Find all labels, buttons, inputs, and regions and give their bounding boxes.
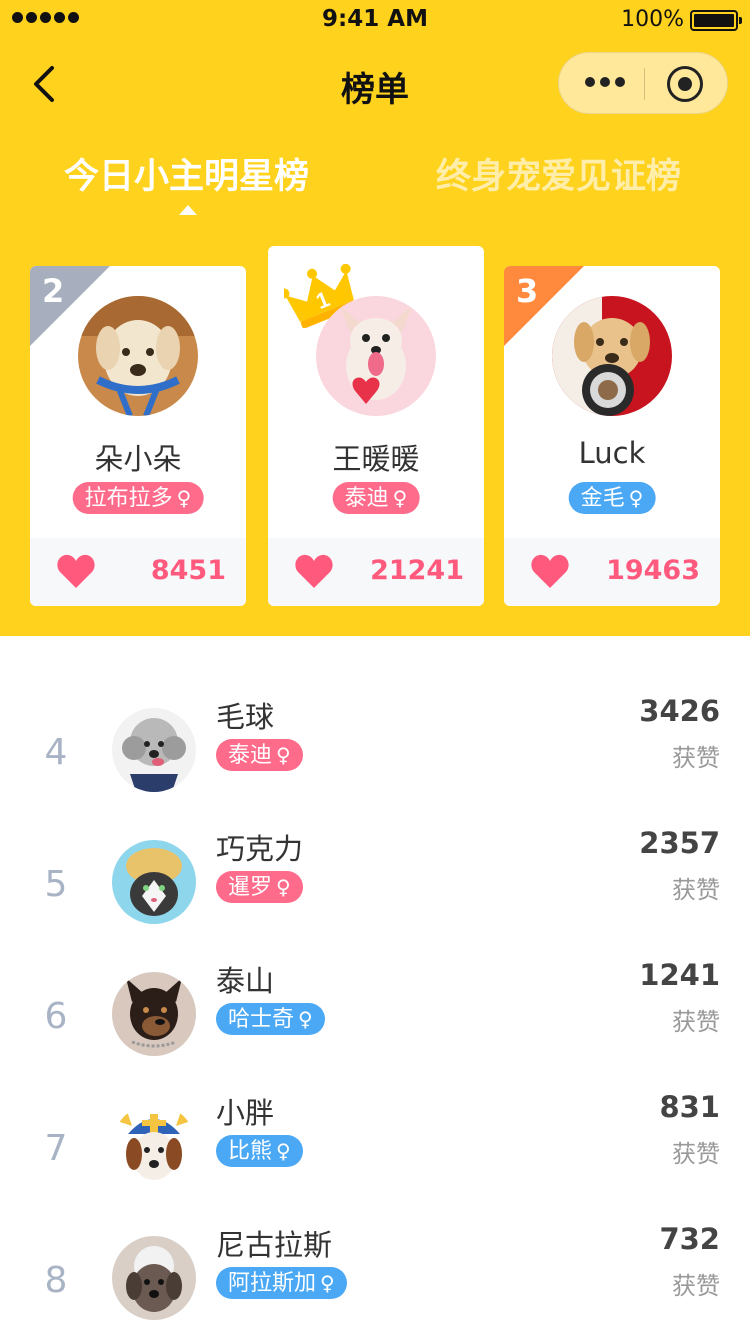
list-item-rank-7[interactable]: 7 小胖 比熊 ♀ 831 获赞 [0, 1090, 750, 1210]
capsule-divider [644, 68, 645, 100]
tab-daily-star[interactable]: 今日小主明星榜 [64, 148, 309, 199]
pet-name: 王暖暖 [332, 442, 420, 476]
dog-golden-avatar [552, 296, 672, 416]
cat-siamese-avatar [112, 840, 196, 924]
pet-name: 尼古拉斯 [216, 1228, 333, 1262]
breed-label: 泰迪 [228, 743, 273, 768]
dog-labrador-avatar [78, 296, 198, 416]
dog-poodle-avatar [112, 708, 196, 792]
more-button[interactable] [585, 77, 625, 87]
card-footer: 19463 [504, 538, 720, 606]
vote-count: 8451 [150, 555, 226, 586]
dog-chihuahua-avatar [316, 296, 436, 416]
breed-tag: 比熊 ♀ [216, 1135, 303, 1167]
battery-percent: 100% [621, 7, 684, 32]
active-tab-indicator [179, 205, 197, 215]
rank-number: 2 [42, 272, 65, 310]
vote-count: 19463 [606, 555, 700, 586]
card-footer: 8451 [30, 538, 246, 606]
avatar [112, 1104, 196, 1188]
breed-label: 泰迪 [344, 486, 389, 511]
breed-tag: 泰迪 ♀ [216, 739, 303, 771]
dog-terrier-avatar [112, 1236, 196, 1320]
avatar [112, 840, 196, 924]
rank-number: 7 [44, 1128, 68, 1169]
heart-icon[interactable] [56, 552, 96, 590]
avatar [552, 296, 672, 416]
rank-number: 4 [44, 732, 68, 773]
breed-tag: 哈士奇 ♀ [216, 1003, 325, 1035]
pet-name: Luck [578, 436, 646, 470]
tab-lifetime-love[interactable]: 终身宠爱见证榜 [436, 148, 681, 199]
podium-card-rank-1[interactable]: 1 王暖暖 泰迪 ♀ 21241 [268, 246, 484, 606]
breed-label: 比熊 [228, 1139, 273, 1164]
avatar [78, 296, 198, 416]
breed-label: 拉布拉多 [84, 486, 173, 511]
female-icon: ♀ [392, 486, 408, 510]
rank-number: 6 [44, 996, 68, 1037]
list-item-rank-5[interactable]: 5 巧克力 暹罗 ♀ 2357 获赞 [0, 826, 750, 946]
pet-name: 毛球 [216, 700, 275, 734]
header-area: 9:41 AM 100% 榜单 今日小主明星榜 终身宠爱见证榜 2 朵小朵 拉布… [0, 0, 750, 636]
like-label: 获赞 [672, 876, 720, 904]
breed-label: 哈士奇 [228, 1007, 295, 1032]
pet-name: 朵小朵 [94, 442, 182, 476]
pet-name: 泰山 [216, 964, 275, 998]
breed-tag: 阿拉斯加 ♀ [216, 1267, 347, 1299]
list-item-rank-4[interactable]: 4 毛球 泰迪 ♀ 3426 获赞 [0, 694, 750, 814]
like-count: 732 [659, 1222, 720, 1256]
list-item-rank-6[interactable]: 6 泰山 哈士奇 ♀ 1241 获赞 [0, 958, 750, 1078]
female-icon: ♀ [298, 1007, 313, 1031]
rank-number: 8 [44, 1260, 68, 1301]
avatar [316, 296, 436, 416]
avatar [112, 1236, 196, 1320]
podium-card-rank-3[interactable]: 3 Luck 金毛 ♀ 19463 [504, 266, 720, 606]
pet-name: 小胖 [216, 1096, 275, 1130]
avatar [112, 972, 196, 1056]
female-icon: ♀ [176, 486, 192, 510]
breed-tag: 金毛 ♀ [568, 482, 656, 514]
list-item-rank-8[interactable]: 8 尼古拉斯 阿拉斯加 ♀ 732 获赞 [0, 1222, 750, 1334]
female-icon: ♀ [276, 1139, 291, 1163]
like-count: 2357 [639, 826, 720, 860]
status-bar: 9:41 AM 100% [0, 0, 750, 40]
pet-name: 巧克力 [216, 832, 304, 866]
mini-program-capsule [558, 52, 728, 114]
female-icon: ♀ [628, 486, 644, 510]
close-target-icon[interactable] [667, 66, 703, 102]
like-label: 获赞 [672, 744, 720, 772]
like-count: 1241 [639, 958, 720, 992]
breed-label: 暹罗 [228, 875, 273, 900]
breed-tag: 泰迪 ♀ [332, 482, 420, 514]
podium-card-rank-2[interactable]: 2 朵小朵 拉布拉多 ♀ 8451 [30, 266, 246, 606]
dog-doberman-avatar [112, 972, 196, 1056]
dog-viking-hat-avatar [112, 1104, 196, 1188]
heart-icon[interactable] [294, 552, 334, 590]
avatar [112, 708, 196, 792]
breed-tag: 拉布拉多 ♀ [72, 482, 204, 514]
female-icon: ♀ [276, 875, 291, 899]
like-label: 获赞 [672, 1140, 720, 1168]
female-icon: ♀ [276, 743, 291, 767]
like-label: 获赞 [672, 1008, 720, 1036]
battery-icon [690, 10, 742, 31]
rank-number: 5 [44, 864, 68, 905]
vote-count: 21241 [370, 555, 464, 586]
card-footer: 21241 [268, 538, 484, 606]
breed-tag: 暹罗 ♀ [216, 871, 303, 903]
like-count: 831 [659, 1090, 720, 1124]
female-icon: ♀ [320, 1271, 335, 1295]
rank-number: 3 [516, 272, 539, 310]
like-count: 3426 [639, 694, 720, 728]
breed-label: 金毛 [580, 486, 625, 511]
like-label: 获赞 [672, 1272, 720, 1300]
breed-label: 阿拉斯加 [228, 1271, 317, 1296]
heart-icon[interactable] [530, 552, 570, 590]
